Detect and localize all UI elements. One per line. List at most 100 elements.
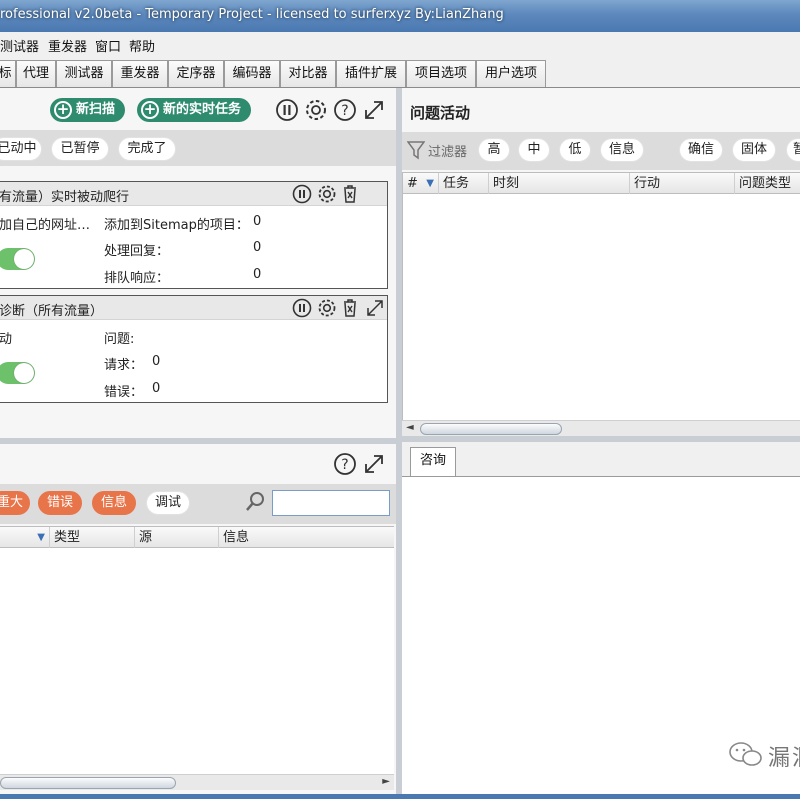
column-time[interactable]: 时刻 [489, 173, 630, 194]
gear-icon[interactable] [317, 298, 337, 318]
chip-information[interactable]: 信息 [600, 138, 644, 162]
chip-error[interactable]: 错误 [38, 491, 82, 515]
toggle-knob [14, 363, 34, 383]
menu-window[interactable]: 窗口 [95, 36, 121, 55]
issue-activity-panel: 问题活动 过滤器 高 中 低 信息 确信 固体 暂 # ▼ 任务 时刻 行动 问题… [402, 88, 800, 436]
pause-icon[interactable] [292, 184, 312, 204]
tab-comparer[interactable]: 对比器 [280, 60, 336, 87]
tab-intruder[interactable]: 测试器 [56, 60, 112, 87]
chip-medium[interactable]: 中 [518, 138, 550, 162]
issue-table-header: # ▼ 任务 时刻 行动 问题类型 [402, 172, 800, 194]
svg-text:?: ? [341, 103, 348, 119]
sort-column[interactable]: ▼ [0, 527, 50, 548]
column-number[interactable]: # ▼ [403, 173, 439, 194]
chip-firm[interactable]: 固体 [732, 138, 776, 162]
issue-table-body [402, 194, 800, 420]
window-title: rofessional v2.0beta - Temporary Project… [0, 7, 504, 22]
new-scan-button[interactable]: + 新扫描 [50, 98, 126, 122]
card-title: 有流量）实时被动爬行 [0, 190, 130, 205]
chip-finished[interactable]: 完成了 [118, 137, 176, 161]
column-type[interactable]: 类型 [50, 527, 135, 548]
column-task[interactable]: 任务 [439, 173, 489, 194]
chip-low[interactable]: 低 [559, 138, 591, 162]
tab-user-options[interactable]: 用户选项 [476, 60, 546, 87]
chip-info[interactable]: 信息 [92, 491, 136, 515]
tab-sequencer[interactable]: 定序器 [168, 60, 224, 87]
stat-label: 排队响应： [104, 271, 170, 286]
stat-label: 处理回复： [104, 244, 170, 259]
stat-label: 请求： [104, 358, 144, 373]
search-icon [246, 492, 264, 511]
filter-icon[interactable] [407, 140, 425, 160]
event-log-header: ▼ 类型 源 信息 [0, 526, 394, 548]
gear-icon[interactable] [304, 98, 328, 122]
new-scan-label: 新扫描 [76, 102, 116, 117]
event-log-scrollbar[interactable]: ► [0, 774, 394, 790]
expand-icon[interactable] [365, 298, 385, 318]
trash-icon[interactable] [340, 184, 360, 204]
scrollbar-thumb[interactable] [420, 423, 562, 435]
chip-debug[interactable]: 调试 [146, 491, 190, 515]
issue-table-scrollbar[interactable]: ◄ [402, 420, 800, 436]
menu-help[interactable]: 帮助 [129, 36, 155, 55]
tab-proxy[interactable]: 代理 [16, 60, 56, 87]
trash-icon[interactable] [340, 298, 360, 318]
issue-activity-title: 问题活动 [410, 104, 471, 122]
tab-extender[interactable]: 插件扩展 [336, 60, 406, 87]
plus-icon: + [54, 101, 72, 119]
main-tabs: 标 代理 测试器 重发器 定序器 编码器 对比器 插件扩展 项目选项 用户选项 [0, 56, 800, 88]
chip-high[interactable]: 高 [478, 138, 510, 162]
watermark-text: 漏洞 [768, 746, 800, 771]
column-message[interactable]: 信息 [219, 527, 394, 548]
menu-tester[interactable]: 测试器 [0, 36, 39, 55]
pause-icon[interactable] [292, 298, 312, 318]
column-action[interactable]: 行动 [630, 173, 735, 194]
live-audit-card: 诊断（所有流量） 动 问题: 请求： 0 错误： 0 [0, 295, 388, 403]
column-issue-type[interactable]: 问题类型 [735, 173, 800, 194]
tasks-panel: + 新扫描 + 新的实时任务 ? 已动中 已暂停 完成了 有流量）实时被动爬行 加自… [0, 88, 396, 438]
card-left-label: 动 [0, 332, 13, 347]
stat-value: 0 [253, 267, 262, 282]
toggle-knob [14, 249, 34, 269]
tab-project-options[interactable]: 项目选项 [406, 60, 476, 87]
help-icon[interactable]: ? [333, 98, 357, 122]
stat-value: 0 [152, 381, 161, 396]
scroll-left-icon[interactable]: ◄ [406, 422, 414, 433]
window-bottom-border [0, 794, 800, 799]
new-live-task-button[interactable]: + 新的实时任务 [137, 98, 252, 122]
chip-critical[interactable]: 重大 [0, 491, 30, 515]
tab-advisory[interactable]: 咨询 [410, 447, 456, 476]
chip-certain[interactable]: 确信 [679, 138, 723, 162]
new-live-task-label: 新的实时任务 [163, 102, 242, 117]
live-passive-crawl-card: 有流量）实时被动爬行 加自己的网址… 添加到Sitemap的项目： 0 处理回复… [0, 181, 388, 289]
column-source[interactable]: 源 [135, 527, 219, 548]
enable-toggle[interactable] [0, 248, 35, 270]
filter-label[interactable]: 过滤器 [428, 141, 467, 160]
scrollbar-thumb[interactable] [0, 777, 176, 789]
card-title: 诊断（所有流量） [0, 304, 104, 319]
title-bar: rofessional v2.0beta - Temporary Project… [0, 0, 800, 32]
pause-icon[interactable] [275, 98, 299, 122]
expand-icon[interactable] [362, 452, 386, 476]
enable-toggle[interactable] [0, 362, 35, 384]
event-log-body [0, 548, 394, 774]
event-search-input[interactable] [272, 490, 390, 516]
svg-text:?: ? [341, 457, 348, 473]
column-number-label: # [407, 176, 418, 191]
menu-repeater[interactable]: 重发器 [48, 36, 87, 55]
sort-down-icon: ▼ [37, 532, 45, 543]
stat-value: 0 [253, 214, 262, 229]
sort-down-icon: ▼ [426, 178, 434, 189]
tab-decoder[interactable]: 编码器 [224, 60, 280, 87]
scroll-right-icon[interactable]: ► [382, 776, 390, 787]
stat-label: 问题: [104, 332, 135, 347]
stat-label: 错误： [104, 385, 144, 400]
expand-icon[interactable] [362, 98, 386, 122]
chip-paused[interactable]: 已暂停 [51, 137, 109, 161]
tab-target[interactable]: 标 [0, 60, 16, 87]
gear-icon[interactable] [317, 184, 337, 204]
help-icon[interactable]: ? [333, 452, 357, 476]
wechat-icon [729, 742, 762, 766]
chip-running[interactable]: 已动中 [0, 137, 42, 161]
tab-repeater[interactable]: 重发器 [112, 60, 168, 87]
